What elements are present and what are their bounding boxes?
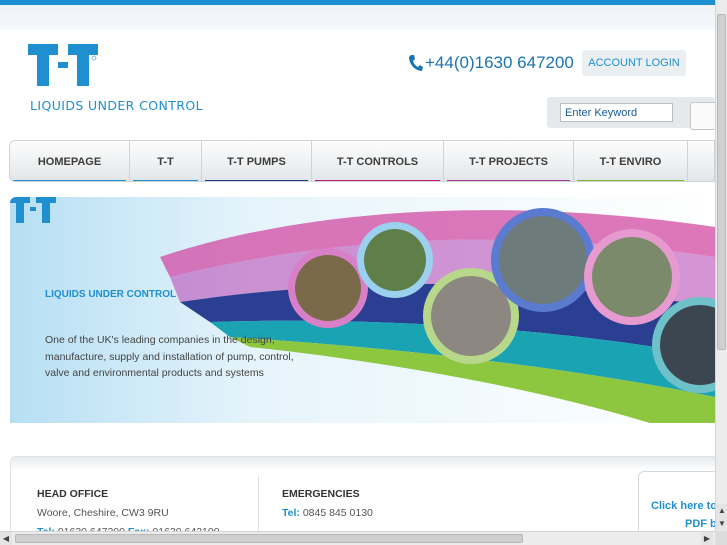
tt-logo[interactable] bbox=[28, 44, 98, 90]
search-button[interactable] bbox=[690, 102, 716, 130]
head-office: HEAD OFFICE Woore, Cheshire, CW3 9RU Tel… bbox=[37, 485, 220, 537]
emergencies: EMERGENCIES Tel: 0845 845 0130 bbox=[282, 485, 373, 523]
vertical-scroll-thumb[interactable] bbox=[717, 14, 726, 350]
hero-graphic bbox=[10, 197, 715, 423]
search-input[interactable] bbox=[560, 103, 673, 122]
nav-label: T-T CONTROLS bbox=[336, 156, 419, 168]
nav-color-bar bbox=[205, 180, 308, 181]
pdf-download-box: Click here to PDF b bbox=[638, 471, 716, 537]
column-divider bbox=[258, 475, 259, 535]
hero-description: One of the UK's leading companies in the… bbox=[45, 334, 294, 379]
head-office-title: HEAD OFFICE bbox=[37, 488, 109, 500]
main-nav: HOMEPAGE T-T T-T PUMPS T-T CONTROLS T-T … bbox=[9, 140, 715, 182]
nav-tt-pumps[interactable]: T-T PUMPS bbox=[202, 141, 312, 181]
nav-color-bar bbox=[315, 180, 440, 181]
hero-banner: LIQUIDS UNDER CONTROL One of the UK's le… bbox=[10, 197, 715, 423]
nav-label: T-T PUMPS bbox=[227, 156, 286, 168]
phone-icon bbox=[409, 55, 423, 71]
contact-panel: HEAD OFFICE Woore, Cheshire, CW3 9RU Tel… bbox=[10, 456, 717, 537]
nav-homepage[interactable]: HOMEPAGE bbox=[10, 141, 130, 181]
nav-color-bar bbox=[133, 180, 198, 181]
account-login-button[interactable]: ACCOUNT LOGIN bbox=[582, 50, 686, 76]
top-bar bbox=[0, 0, 715, 30]
nav-color-bar bbox=[13, 180, 126, 181]
nav-tt-projects[interactable]: T-T PROJECTS bbox=[444, 141, 574, 181]
vertical-scrollbar[interactable]: ▲ ▼ bbox=[715, 0, 727, 531]
nav-color-bar bbox=[447, 180, 570, 181]
panel-top-gradient bbox=[11, 457, 716, 471]
tel-label: Tel: bbox=[282, 507, 300, 519]
scroll-corner bbox=[715, 531, 727, 545]
scroll-right-icon[interactable]: ▶ bbox=[701, 532, 713, 545]
phone-number: +44(0)1630 647200 bbox=[407, 53, 574, 73]
nav-color-bar bbox=[577, 180, 684, 181]
scroll-down-icon[interactable]: ▼ bbox=[716, 517, 727, 530]
pdf-link[interactable]: Click here to bbox=[651, 500, 716, 512]
nav-label: T-T PROJECTS bbox=[469, 156, 548, 168]
head-office-address: Woore, Cheshire, CW3 9RU bbox=[37, 507, 169, 519]
emergencies-title: EMERGENCIES bbox=[282, 488, 360, 500]
nav-tt[interactable]: T-T bbox=[130, 141, 202, 181]
hero-tagline: LIQUIDS UNDER CONTROL bbox=[45, 289, 177, 300]
horizontal-scroll-thumb[interactable] bbox=[15, 534, 523, 543]
tagline: LIQUIDS UNDER CONTROL bbox=[30, 98, 203, 113]
pdf-link-line2[interactable]: PDF b bbox=[685, 518, 716, 530]
nav-tt-controls[interactable]: T-T CONTROLS bbox=[312, 141, 444, 181]
emergencies-tel: 0845 845 0130 bbox=[302, 507, 373, 519]
nav-label: T-T ENVIRO bbox=[599, 156, 662, 168]
scroll-left-icon[interactable]: ◀ bbox=[0, 532, 12, 545]
horizontal-scrollbar[interactable]: ◀ ▶ bbox=[0, 531, 715, 545]
hero-logo bbox=[10, 197, 56, 223]
phone-text: +44(0)1630 647200 bbox=[425, 53, 574, 72]
nav-tt-enviro[interactable]: T-T ENVIRO bbox=[574, 141, 688, 181]
nav-label: T-T bbox=[157, 156, 174, 168]
scroll-down-icon[interactable]: ▲ bbox=[716, 504, 727, 517]
nav-label: HOMEPAGE bbox=[37, 156, 102, 168]
